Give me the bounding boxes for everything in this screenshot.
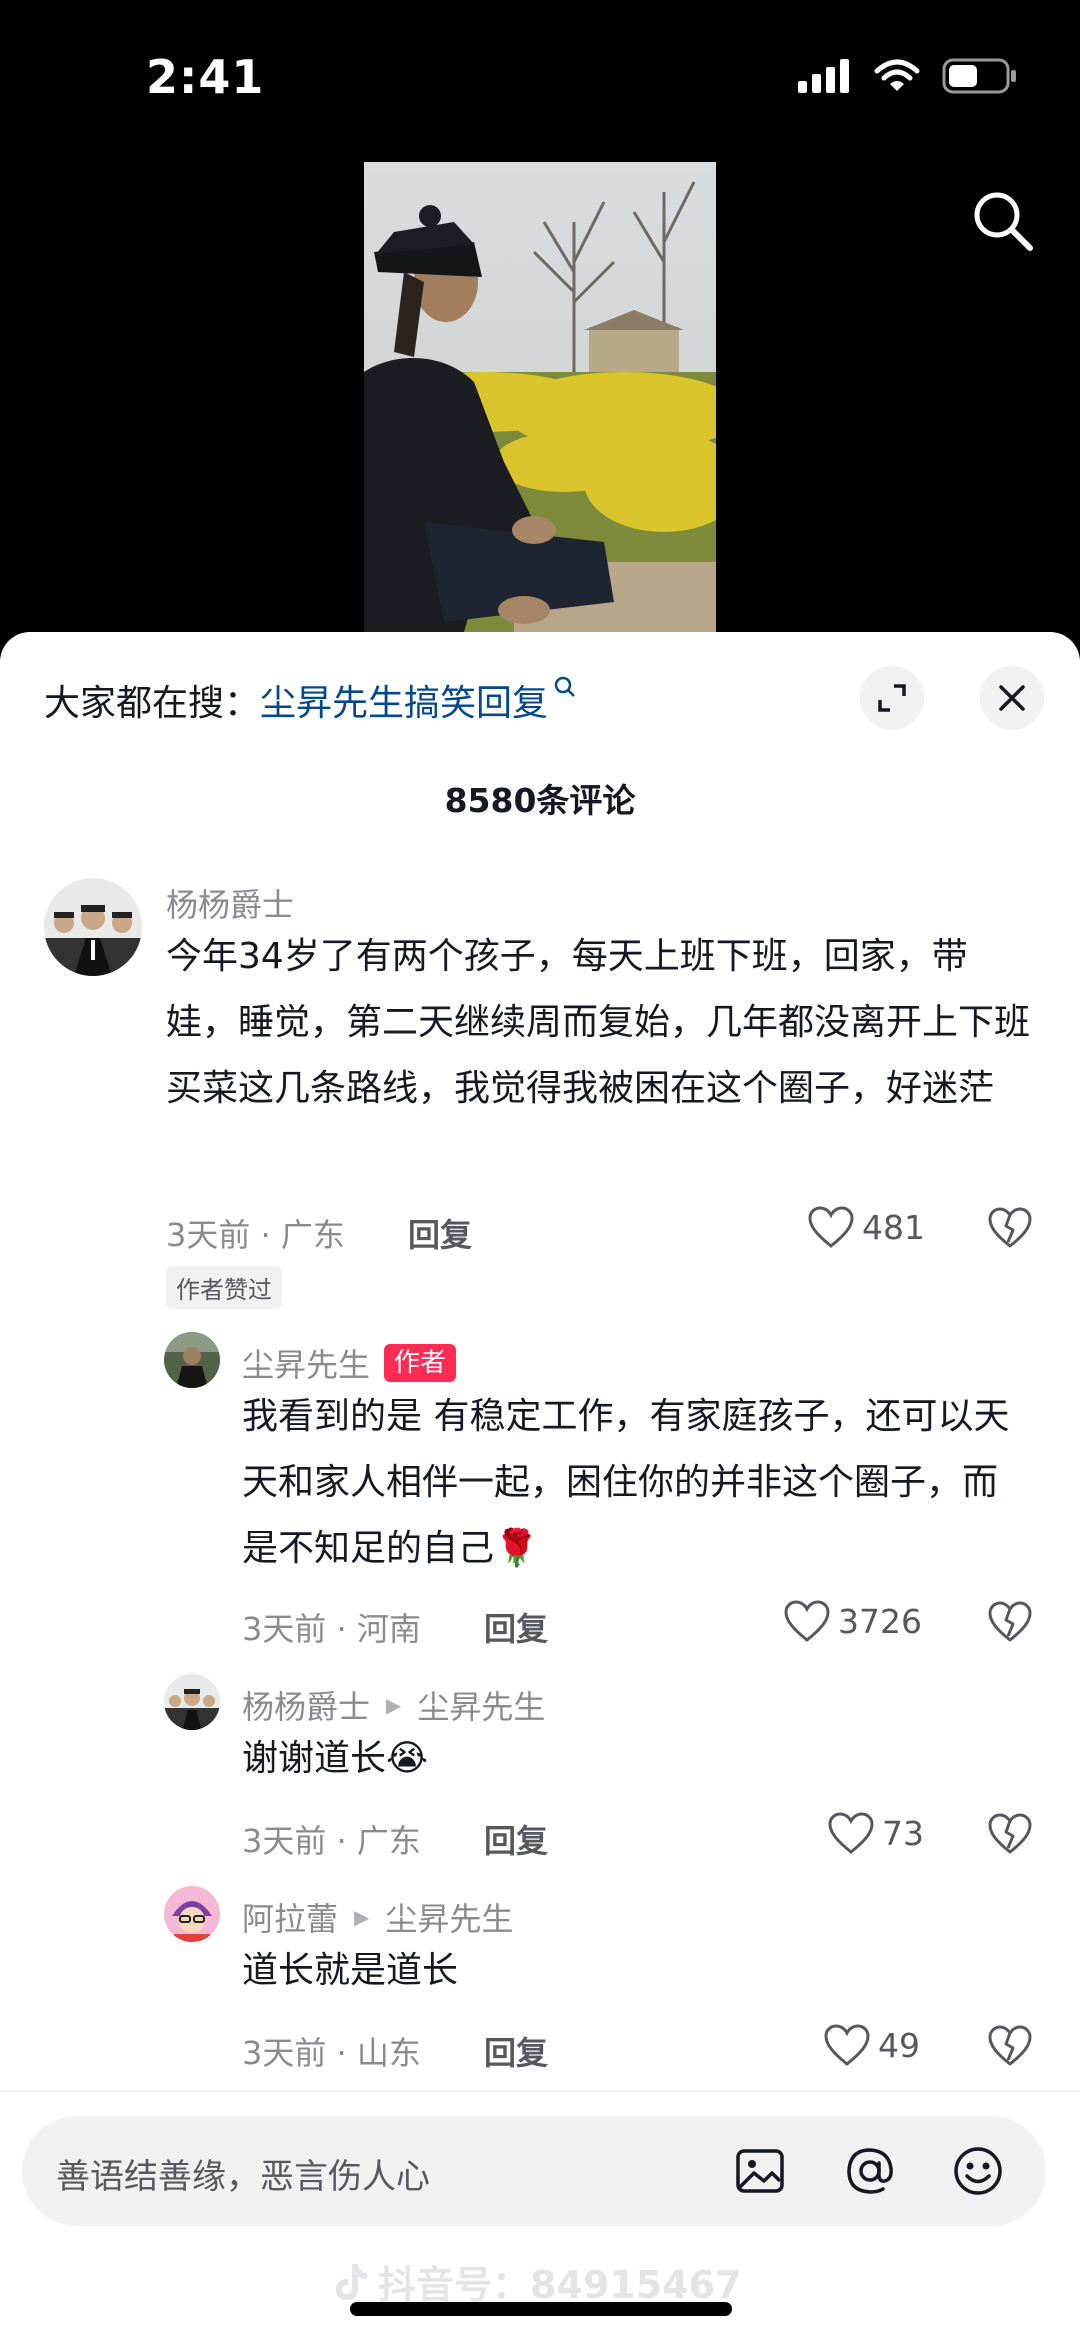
- comment-meta: 3天前 · 广东: [166, 1216, 345, 1254]
- hot-search-prefix: 大家都在搜：: [44, 683, 261, 724]
- comment-input-bar[interactable]: 善语结善缘，恶言伤人心: [22, 2116, 1046, 2226]
- like-button[interactable]: 73: [828, 1812, 924, 1854]
- dislike-icon: [988, 1207, 1032, 1248]
- heart-icon: [808, 1206, 854, 1248]
- emoji-icon[interactable]: [950, 2143, 1006, 2199]
- avatar[interactable]: [164, 1674, 220, 1730]
- like-count: 73: [882, 1813, 924, 1853]
- like-button[interactable]: 481: [808, 1206, 925, 1248]
- avatar[interactable]: [164, 1332, 220, 1388]
- avatar[interactable]: [164, 1886, 220, 1942]
- close-button[interactable]: [980, 666, 1044, 730]
- douyin-logo-icon: [336, 2263, 367, 2300]
- dislike-button[interactable]: [986, 1810, 1034, 1858]
- expand-button[interactable]: [860, 666, 924, 730]
- comment-count: 8580条评论: [444, 781, 636, 820]
- comment-username[interactable]: 杨杨爵士: [166, 880, 294, 926]
- dislike-button[interactable]: [986, 1598, 1034, 1646]
- status-icons: [798, 58, 1018, 94]
- comment-meta: 3天前 · 广东: [242, 1822, 421, 1860]
- dislike-icon: [988, 1601, 1032, 1642]
- reply-arrow-icon: ▶: [354, 1905, 370, 1929]
- dislike-button[interactable]: [986, 2022, 1034, 2070]
- status-bar: 2:41: [0, 0, 1080, 160]
- video-thumbnail[interactable]: [364, 162, 716, 632]
- comment-text: 谢谢道长😭: [242, 1738, 429, 1779]
- search-button[interactable]: [968, 186, 1038, 256]
- heart-icon: [824, 2024, 870, 2066]
- reply-button[interactable]: 回复: [484, 2028, 548, 2074]
- heart-icon: [784, 1600, 830, 1642]
- hot-search-bar[interactable]: 大家都在搜： 尘昇先生搞笑回复: [44, 674, 576, 726]
- video-frame-image: [364, 162, 716, 632]
- reply-to-user[interactable]: 尘昇先生: [385, 1894, 513, 1940]
- signal-icon: [798, 59, 849, 93]
- comment-text: 今年34岁了有两个孩子，每天上班下班，回家，带娃，睡觉，第二天继续周而复始，几年…: [166, 936, 1031, 1109]
- reply-button[interactable]: 回复: [408, 1210, 472, 1256]
- hot-search-query[interactable]: 尘昇先生搞笑回复: [260, 674, 548, 726]
- dislike-icon: [988, 2025, 1032, 2066]
- reply-to-user[interactable]: 尘昇先生: [417, 1682, 545, 1728]
- image-icon[interactable]: [732, 2143, 788, 2199]
- heart-icon: [828, 1812, 874, 1854]
- author-liked-badge: 作者赞过: [166, 1266, 282, 1309]
- comment-text: 道长就是道长: [242, 1950, 459, 1991]
- comment-input-placeholder[interactable]: 善语结善缘，恶言伤人心: [56, 2149, 430, 2198]
- like-button[interactable]: 49: [824, 2024, 920, 2066]
- comment-meta: 3天前 · 河南: [242, 1610, 421, 1648]
- expand-icon: [878, 684, 906, 712]
- watermark-text: 抖音号：84915467: [378, 2263, 742, 2307]
- reply-arrow-icon: ▶: [386, 1693, 402, 1717]
- comment-username[interactable]: 尘昇先生 作者: [242, 1340, 457, 1386]
- at-icon[interactable]: [842, 2143, 898, 2199]
- battery-icon: [942, 58, 1016, 94]
- search-small-icon: [554, 675, 576, 705]
- like-count: 3726: [838, 1601, 922, 1641]
- dislike-icon: [988, 1813, 1032, 1854]
- avatar[interactable]: [44, 878, 142, 976]
- reply-button[interactable]: 回复: [484, 1816, 548, 1862]
- author-tag: 作者: [384, 1344, 457, 1382]
- close-icon: [999, 685, 1025, 711]
- comment-meta: 3天前 · 山东: [242, 2034, 421, 2072]
- home-indicator[interactable]: [350, 2302, 732, 2316]
- like-count: 481: [862, 1207, 925, 1247]
- wifi-icon: [874, 59, 920, 91]
- status-time: 2:41: [146, 50, 265, 104]
- comment-text: 我看到的是 有稳定工作，有家庭孩子，还可以天天和家人相伴一起，困住你的并非这个圈…: [242, 1396, 1010, 1569]
- search-icon: [974, 192, 1033, 251]
- comment-username[interactable]: 杨杨爵士 ▶ 尘昇先生: [242, 1682, 545, 1728]
- comment-panel: 大家都在搜： 尘昇先生搞笑回复 8580条评论 杨杨爵士 今年34岁了有两个孩子…: [0, 632, 1080, 2339]
- comment-username[interactable]: 阿拉蕾 ▶ 尘昇先生: [242, 1894, 513, 1940]
- reply-button[interactable]: 回复: [484, 1604, 548, 1650]
- watermark: 抖音号：84915467: [332, 2254, 742, 2309]
- dislike-button[interactable]: [986, 1204, 1034, 1252]
- like-count: 49: [878, 2025, 920, 2065]
- divider: [0, 2090, 1080, 2092]
- like-button[interactable]: 3726: [784, 1600, 922, 1642]
